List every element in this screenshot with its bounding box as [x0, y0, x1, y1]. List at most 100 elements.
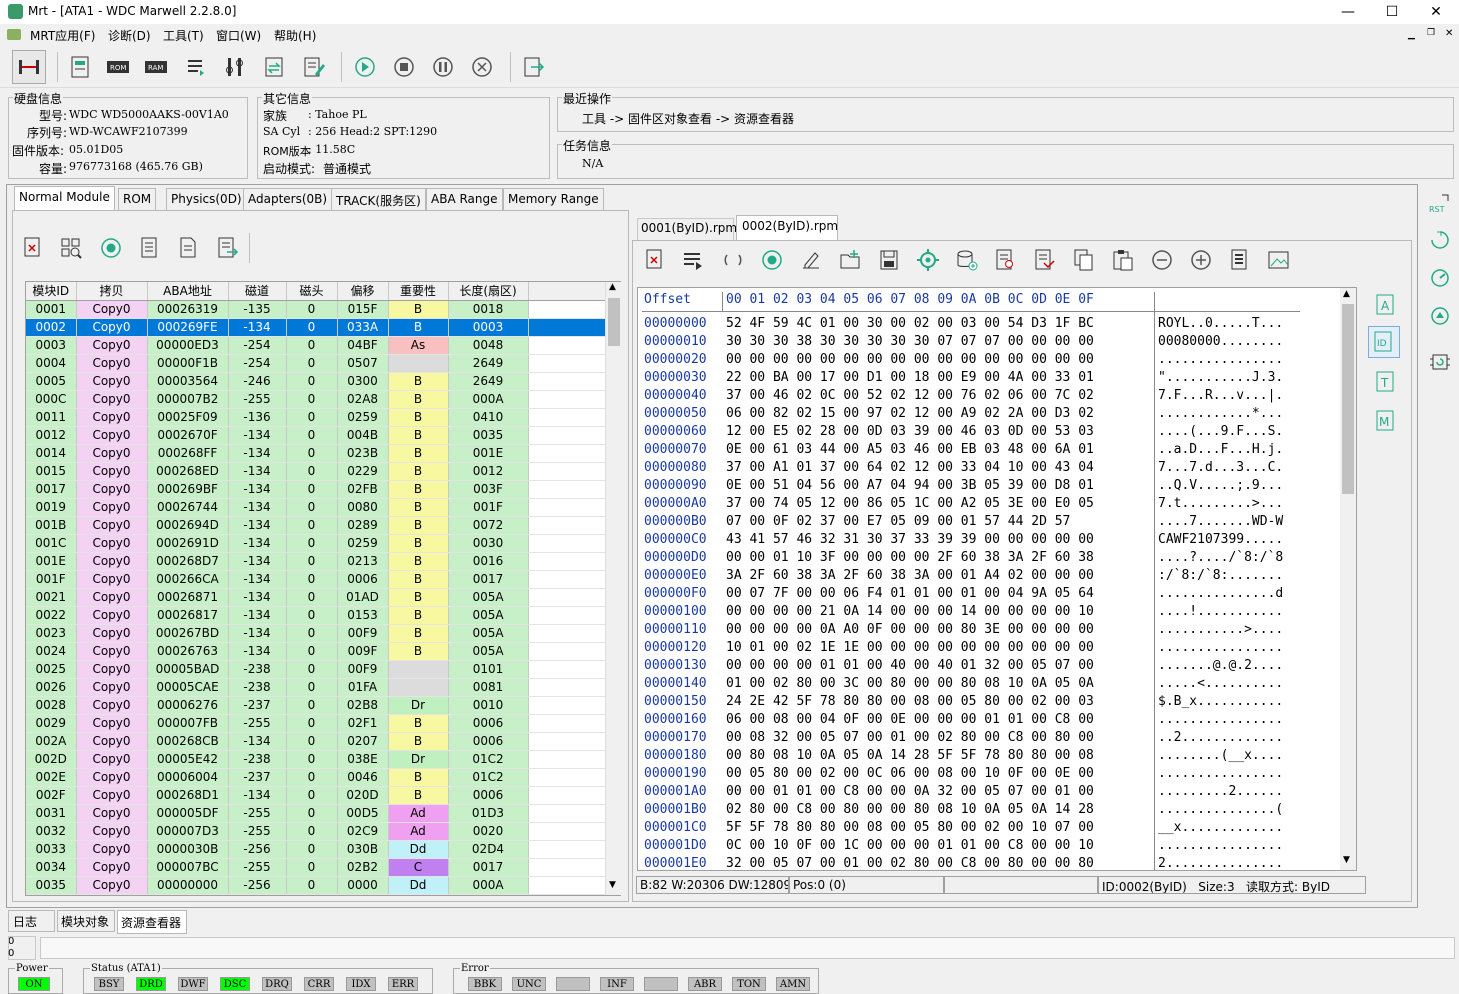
transfer-icon[interactable] — [261, 54, 287, 80]
hex-view[interactable]: Offset 00 01 02 03 04 05 06 07 08 09 0A … — [637, 287, 1357, 871]
col-length[interactable]: 长度(扇区) — [448, 282, 529, 301]
bottom-tab-log[interactable]: 日志 — [8, 910, 55, 932]
table-row[interactable]: 001C Copy0 0002691D -134 0 0259 B 0030 — [26, 534, 606, 553]
hex-bytes[interactable]: 00 08 32 00 05 07 00 01 00 02 80 00 C8 0… — [726, 730, 1094, 748]
menu-mrt[interactable]: MRT应用(F) — [30, 27, 95, 44]
hex-bytes[interactable]: 43 41 57 46 32 31 30 37 33 39 39 00 00 0… — [726, 532, 1094, 550]
mdi-close-button[interactable]: ✕ — [1445, 28, 1459, 40]
table-row[interactable]: 0001 Copy0 00026319 -135 0 015F B 0018 — [26, 300, 606, 319]
hex-bytes[interactable]: 30 30 30 38 30 30 30 30 30 07 07 07 00 0… — [726, 334, 1094, 352]
table-row[interactable]: 0029 Copy0 000007FB -255 0 02F1 B 0006 — [26, 714, 606, 733]
hex-ascii[interactable]: ....!........... — [1158, 604, 1283, 622]
hex-scrollbar[interactable]: ▲ ▼ — [1340, 288, 1356, 870]
table-row[interactable]: 000C Copy0 000007B2 -255 0 02A8 B 000A — [26, 390, 606, 409]
scroll-thumb[interactable] — [608, 298, 620, 346]
table-row[interactable]: 002A Copy0 000268CB -134 0 0207 B 0006 — [26, 732, 606, 751]
close-button[interactable]: ✕ — [1413, 0, 1459, 24]
pause-icon[interactable] — [430, 54, 456, 80]
mode-m-icon[interactable]: M — [1370, 405, 1402, 437]
col-offset[interactable]: 偏移 — [337, 282, 389, 301]
hex-ascii[interactable]: CAWF2107399..... — [1158, 532, 1283, 550]
table-row[interactable]: 0019 Copy0 00026744 -134 0 0080 B 001F — [26, 498, 606, 517]
flash-icon[interactable] — [67, 54, 93, 80]
hex-bytes[interactable]: 00 00 00 00 21 0A 14 00 00 00 14 00 00 0… — [726, 604, 1094, 622]
hex-bytes[interactable]: 3A 2F 60 38 3A 2F 60 38 3A 00 01 A4 02 0… — [726, 568, 1094, 586]
table-row[interactable]: 0032 Copy0 000007D3 -255 0 02C9 Ad 0020 — [26, 822, 606, 841]
copy-icon[interactable] — [1071, 247, 1097, 273]
tab-physics[interactable]: Physics(0D) — [166, 188, 247, 210]
tab-normal-module[interactable]: Normal Module — [14, 186, 115, 211]
hex-ascii[interactable]: $.B_x........... — [1158, 694, 1283, 712]
hex-bytes[interactable]: 00 80 08 10 0A 05 0A 14 28 5F 5F 78 80 8… — [726, 748, 1094, 766]
table-row[interactable]: 0031 Copy0 000005DF -255 0 00D5 Ad 01D3 — [26, 804, 606, 823]
hex-ascii[interactable]: ................ — [1158, 352, 1283, 370]
id-mode-icon[interactable]: ID — [1368, 326, 1400, 358]
hex-ascii[interactable]: ....7.......WD-W — [1158, 514, 1283, 532]
hex-bytes[interactable]: 32 00 05 07 00 01 00 02 80 00 C8 00 80 0… — [726, 856, 1094, 870]
power-cycle-icon[interactable] — [1424, 224, 1456, 256]
play-icon[interactable] — [352, 54, 378, 80]
document-icon[interactable] — [175, 235, 201, 261]
hex-bytes[interactable]: 10 01 00 02 1E 1E 00 00 00 00 00 00 00 0… — [726, 640, 1094, 658]
table-row[interactable]: 0028 Copy0 00006276 -237 0 02B8 Dr 0010 — [26, 696, 606, 715]
maximize-button[interactable]: ☐ — [1369, 0, 1415, 24]
hex-bytes[interactable]: 00 00 01 01 00 C8 00 00 0A 32 00 05 07 0… — [726, 784, 1094, 802]
record-icon[interactable] — [98, 235, 124, 261]
hex-ascii[interactable]: ....(...9.F...S. — [1158, 424, 1283, 442]
hex-ascii[interactable]: ................ — [1158, 640, 1283, 658]
list-icon[interactable] — [183, 54, 209, 80]
module-table-scrollbar[interactable]: ▲ ▼ — [605, 282, 621, 895]
ram-icon[interactable]: RAM — [143, 54, 169, 80]
drive-icon[interactable] — [1424, 300, 1456, 332]
hex-ascii[interactable]: ..2............. — [1158, 730, 1283, 748]
rom-icon[interactable]: ROM — [105, 54, 131, 80]
hex-ascii[interactable]: 00080000........ — [1158, 334, 1283, 352]
mdi-restore-button[interactable]: ❐ — [1427, 28, 1441, 40]
chip-refresh-icon[interactable] — [1424, 346, 1456, 378]
hex-ascii[interactable]: __x............. — [1158, 820, 1283, 838]
table-row[interactable]: 0004 Copy0 00000F1B -254 0 0507 2649 — [26, 354, 606, 373]
hex-ascii[interactable]: ...........>.... — [1158, 622, 1283, 640]
table-row[interactable]: 0026 Copy0 00005CAE -238 0 01FA 0081 — [26, 678, 606, 697]
record-icon[interactable] — [759, 247, 785, 273]
zoom-out-icon[interactable] — [1149, 247, 1175, 273]
image-export-icon[interactable] — [1266, 247, 1292, 273]
hex-bytes[interactable]: 00 07 7F 00 00 06 F4 01 01 00 01 00 04 9… — [726, 586, 1094, 604]
hex-ascii[interactable]: ..a.D...F...H.j. — [1158, 442, 1283, 460]
scroll-down-arrow-icon[interactable]: ▼ — [609, 880, 616, 890]
hex-ascii[interactable]: .....<.......... — [1158, 676, 1283, 694]
hex-ascii[interactable]: 7.t.........>... — [1158, 496, 1283, 514]
table-row[interactable]: 0021 Copy0 00026871 -134 0 01AD B 005A — [26, 588, 606, 607]
doc-search-icon[interactable] — [993, 247, 1019, 273]
table-row[interactable]: 0023 Copy0 000267BD -134 0 00F9 B 005A — [26, 624, 606, 643]
tab-memory-range[interactable]: Memory Range — [503, 188, 604, 210]
export-doc-icon[interactable] — [215, 235, 241, 261]
scroll-down-arrow-icon[interactable]: ▼ — [1343, 855, 1350, 865]
stop-icon[interactable] — [391, 54, 417, 80]
tools-icon[interactable] — [222, 54, 248, 80]
hex-bytes[interactable]: 00 00 01 10 3F 00 00 00 00 2F 60 38 3A 2… — [726, 550, 1094, 568]
hex-bytes[interactable]: 0E 00 61 03 44 00 A5 03 46 00 EB 03 48 0… — [726, 442, 1094, 460]
hex-ascii[interactable]: ROYL..0.....T... — [1158, 316, 1283, 334]
exit-icon[interactable] — [521, 54, 547, 80]
hex-bytes[interactable]: 01 00 02 80 00 3C 00 80 00 00 80 08 10 0… — [726, 676, 1094, 694]
table-row[interactable]: 0014 Copy0 000268FF -134 0 023B B 001E — [26, 444, 606, 463]
bottom-tab-module-object[interactable]: 模块对象 — [57, 910, 115, 932]
doc-compare-icon[interactable] — [1032, 247, 1058, 273]
save-icon[interactable] — [876, 247, 902, 273]
table-row[interactable]: 0012 Copy0 0002670F -134 0 004B B 0035 — [26, 426, 606, 445]
table-row[interactable]: 0011 Copy0 00025F09 -136 0 0259 B 0410 — [26, 408, 606, 427]
hex-bytes[interactable]: 02 80 00 C8 00 80 00 00 80 08 10 0A 05 0… — [726, 802, 1094, 820]
table-row[interactable]: 002F Copy0 000268D1 -134 0 020D B 0006 — [26, 786, 606, 805]
hex-ascii[interactable]: 2............... — [1158, 856, 1283, 870]
col-head[interactable]: 磁头 — [286, 282, 338, 301]
table-row[interactable]: 001B Copy0 0002694D -134 0 0289 B 0072 — [26, 516, 606, 535]
hex-bytes[interactable]: 0E 00 51 04 56 00 A7 04 94 00 3B 05 39 0… — [726, 478, 1094, 496]
table-row[interactable]: 0015 Copy0 000268ED -134 0 0229 B 0012 — [26, 462, 606, 481]
locate-icon[interactable] — [915, 247, 941, 273]
lines-icon[interactable] — [680, 247, 706, 273]
menu-tools[interactable]: 工具(T) — [163, 27, 204, 44]
hex-bytes[interactable]: 22 00 BA 00 17 00 D1 00 18 00 E9 00 4A 0… — [726, 370, 1094, 388]
text-mode-a-icon[interactable]: A — [1370, 289, 1402, 321]
doc-tab-0001[interactable]: 0001(ByID).rpm — [637, 218, 737, 240]
